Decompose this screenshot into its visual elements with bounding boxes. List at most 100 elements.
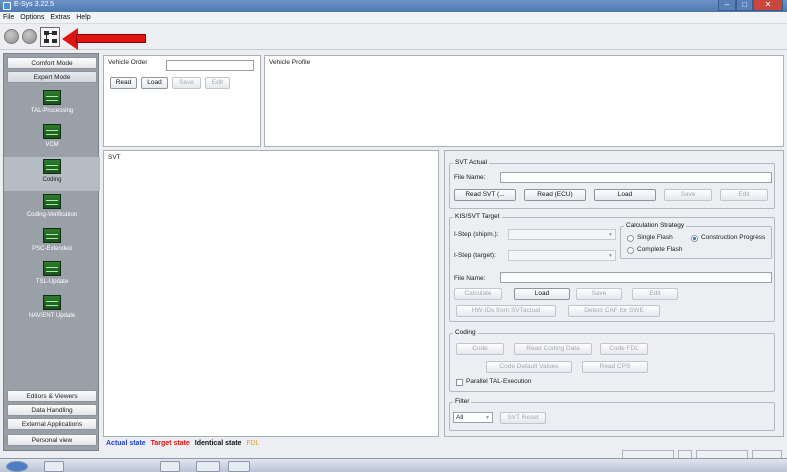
svt-actual-load-button[interactable]: Load bbox=[594, 189, 656, 201]
nav-ent-update-icon bbox=[43, 295, 61, 310]
expert-mode-button[interactable]: Expert Mode bbox=[7, 71, 97, 83]
sidebar-item-psc-extended[interactable]: PSC-Extended bbox=[4, 228, 100, 256]
parallel-tal-checkbox[interactable] bbox=[456, 379, 463, 386]
single-flash-label: Single Flash bbox=[637, 234, 673, 241]
coding-group: Coding Code Read Coding Data Code FDL Co… bbox=[449, 329, 775, 392]
external-applications-button[interactable]: External Applications bbox=[7, 418, 97, 430]
read-cps-button[interactable]: Read CPS bbox=[582, 361, 648, 373]
code-button[interactable]: Code bbox=[456, 343, 504, 355]
maximize-button[interactable]: □ bbox=[736, 0, 753, 11]
connect-circle-icon[interactable] bbox=[4, 29, 19, 44]
detect-caf-button[interactable]: Detect CAF for SWE bbox=[568, 305, 660, 317]
legend-target: Target state bbox=[150, 440, 190, 447]
code-default-values-button[interactable]: Code Default Values bbox=[486, 361, 572, 373]
svt-reset-button[interactable]: SVT Reset bbox=[500, 412, 546, 424]
sidebar-item-label: NAV/ENT Update bbox=[28, 313, 76, 319]
menu-file[interactable]: File bbox=[0, 12, 17, 21]
sidebar-item-label: Coding-Verification bbox=[26, 212, 78, 218]
sidebar-item-nav-ent-update[interactable]: NAV/ENT Update bbox=[4, 295, 100, 323]
sidebar-item-label: VCM bbox=[45, 142, 59, 148]
read-ecu-button[interactable]: Read (ECU) bbox=[524, 189, 586, 201]
vo-save-button[interactable]: Save bbox=[172, 77, 201, 89]
taskbar-app-4-icon[interactable] bbox=[228, 461, 250, 472]
start-orb-icon[interactable] bbox=[6, 461, 28, 472]
svt-actual-file-name-field[interactable] bbox=[500, 172, 772, 183]
calculation-strategy-group: Calculation Strategy Single Flash Comple… bbox=[620, 222, 772, 259]
istep-shipm-label: I-Step (shipm.): bbox=[454, 231, 499, 238]
svt-actual-group: SVT Actual File Name: Read SVT (... Read… bbox=[449, 159, 775, 209]
svt-actual-edit-button[interactable]: Edit bbox=[720, 189, 768, 201]
os-taskbar bbox=[0, 458, 787, 472]
parallel-tal-label: Parallel TAL-Execution bbox=[466, 378, 532, 385]
kis-save-button[interactable]: Save bbox=[576, 288, 622, 300]
vo-read-button[interactable]: Read bbox=[110, 77, 137, 89]
svt-panel: SVT bbox=[103, 150, 439, 437]
complete-flash-radio[interactable] bbox=[627, 247, 634, 254]
dropdown-arrow-icon: ▼ bbox=[485, 415, 490, 421]
istep-target-label: I-Step (target): bbox=[454, 252, 496, 259]
kis-edit-button[interactable]: Edit bbox=[632, 288, 678, 300]
legend-fdl: FDL bbox=[246, 440, 260, 447]
psc-extended-icon bbox=[43, 228, 61, 243]
single-flash-radio[interactable] bbox=[627, 235, 634, 242]
sidebar-item-label: TSL-Update bbox=[35, 279, 69, 285]
window-title: E-Sys 3.22.5 bbox=[14, 1, 55, 8]
read-svt-button[interactable]: Read SVT (... bbox=[454, 189, 516, 201]
sidebar-item-coding[interactable]: Coding bbox=[4, 157, 100, 191]
sidebar-item-coding-verification[interactable]: Coding-Verification bbox=[4, 194, 100, 222]
sidebar-item-tal-processing[interactable]: TAL-Processing bbox=[4, 90, 100, 122]
sidebar-item-label: TAL-Processing bbox=[30, 108, 74, 114]
sidebar-item-vcm[interactable]: VCM bbox=[4, 124, 100, 152]
vo-edit-button[interactable]: Edit bbox=[205, 77, 230, 89]
svt-actual-save-button[interactable]: Save bbox=[664, 189, 712, 201]
coding-icon bbox=[43, 159, 61, 174]
close-button[interactable]: ✕ bbox=[753, 0, 783, 11]
taskbar-app-2-icon[interactable] bbox=[160, 461, 180, 472]
tal-processing-icon bbox=[43, 90, 61, 105]
vo-load-button[interactable]: Load bbox=[141, 77, 168, 89]
sidebar-item-tsl-update[interactable]: TSL-Update bbox=[4, 261, 100, 289]
kis-file-name-label: File Name: bbox=[454, 275, 486, 282]
kis-load-button[interactable]: Load bbox=[514, 288, 570, 300]
construction-progress-radio[interactable] bbox=[691, 235, 698, 242]
disconnect-circle-icon[interactable] bbox=[22, 29, 37, 44]
dropdown-arrow-icon: ▼ bbox=[608, 253, 613, 259]
personal-view-button[interactable]: Personal view bbox=[7, 434, 97, 446]
svt-actual-file-name-label: File Name: bbox=[454, 174, 486, 181]
menu-extras[interactable]: Extras bbox=[47, 12, 73, 21]
taskbar-app-3-icon[interactable] bbox=[196, 461, 220, 472]
hw-ids-button[interactable]: HW-IDs from SVTactual bbox=[456, 305, 556, 317]
app-icon bbox=[3, 2, 11, 10]
tsl-update-icon bbox=[43, 261, 61, 276]
read-coding-data-button[interactable]: Read Coding Data bbox=[514, 343, 592, 355]
taskbar-app-1-icon[interactable] bbox=[44, 461, 64, 472]
vcm-icon bbox=[43, 124, 61, 139]
menu-help[interactable]: Help bbox=[73, 12, 93, 21]
calculation-strategy-label: Calculation Strategy bbox=[624, 222, 687, 229]
filter-select[interactable]: All ▼ bbox=[453, 412, 493, 423]
vehicle-order-field[interactable] bbox=[166, 60, 254, 71]
kis-file-name-field[interactable] bbox=[500, 272, 772, 283]
coding-label: Coding bbox=[453, 329, 478, 336]
istep-shipm-select[interactable]: ▼ bbox=[508, 229, 616, 240]
menu-bar: File Options Extras Help bbox=[0, 12, 787, 24]
minimize-button[interactable]: – bbox=[718, 0, 736, 11]
title-bar: E-Sys 3.22.5 – □ ✕ bbox=[0, 0, 787, 12]
vehicle-profile-label: Vehicle Profile bbox=[269, 59, 311, 66]
network-settings-icon[interactable] bbox=[40, 27, 60, 47]
vehicle-order-panel: Vehicle Order Read Load Save Edit bbox=[103, 55, 261, 147]
sidebar-item-label: PSC-Extended bbox=[32, 246, 72, 252]
complete-flash-label: Complete Flash bbox=[637, 246, 683, 253]
coding-verification-icon bbox=[43, 194, 61, 209]
code-fdl-button[interactable]: Code FDL bbox=[600, 343, 648, 355]
sidebar-item-label: Coding bbox=[42, 177, 62, 183]
editors-viewers-button[interactable]: Editors & Viewers bbox=[7, 390, 97, 402]
comfort-mode-button[interactable]: Comfort Mode bbox=[7, 57, 97, 69]
red-arrow-shaft bbox=[76, 34, 146, 43]
vehicle-order-label: Vehicle Order bbox=[108, 59, 148, 66]
filter-label: Filter bbox=[453, 398, 472, 405]
menu-options[interactable]: Options bbox=[17, 12, 47, 21]
calculate-button[interactable]: Calculate bbox=[454, 288, 502, 300]
istep-target-select[interactable]: ▼ bbox=[508, 250, 616, 261]
data-handling-button[interactable]: Data Handling bbox=[7, 404, 97, 416]
